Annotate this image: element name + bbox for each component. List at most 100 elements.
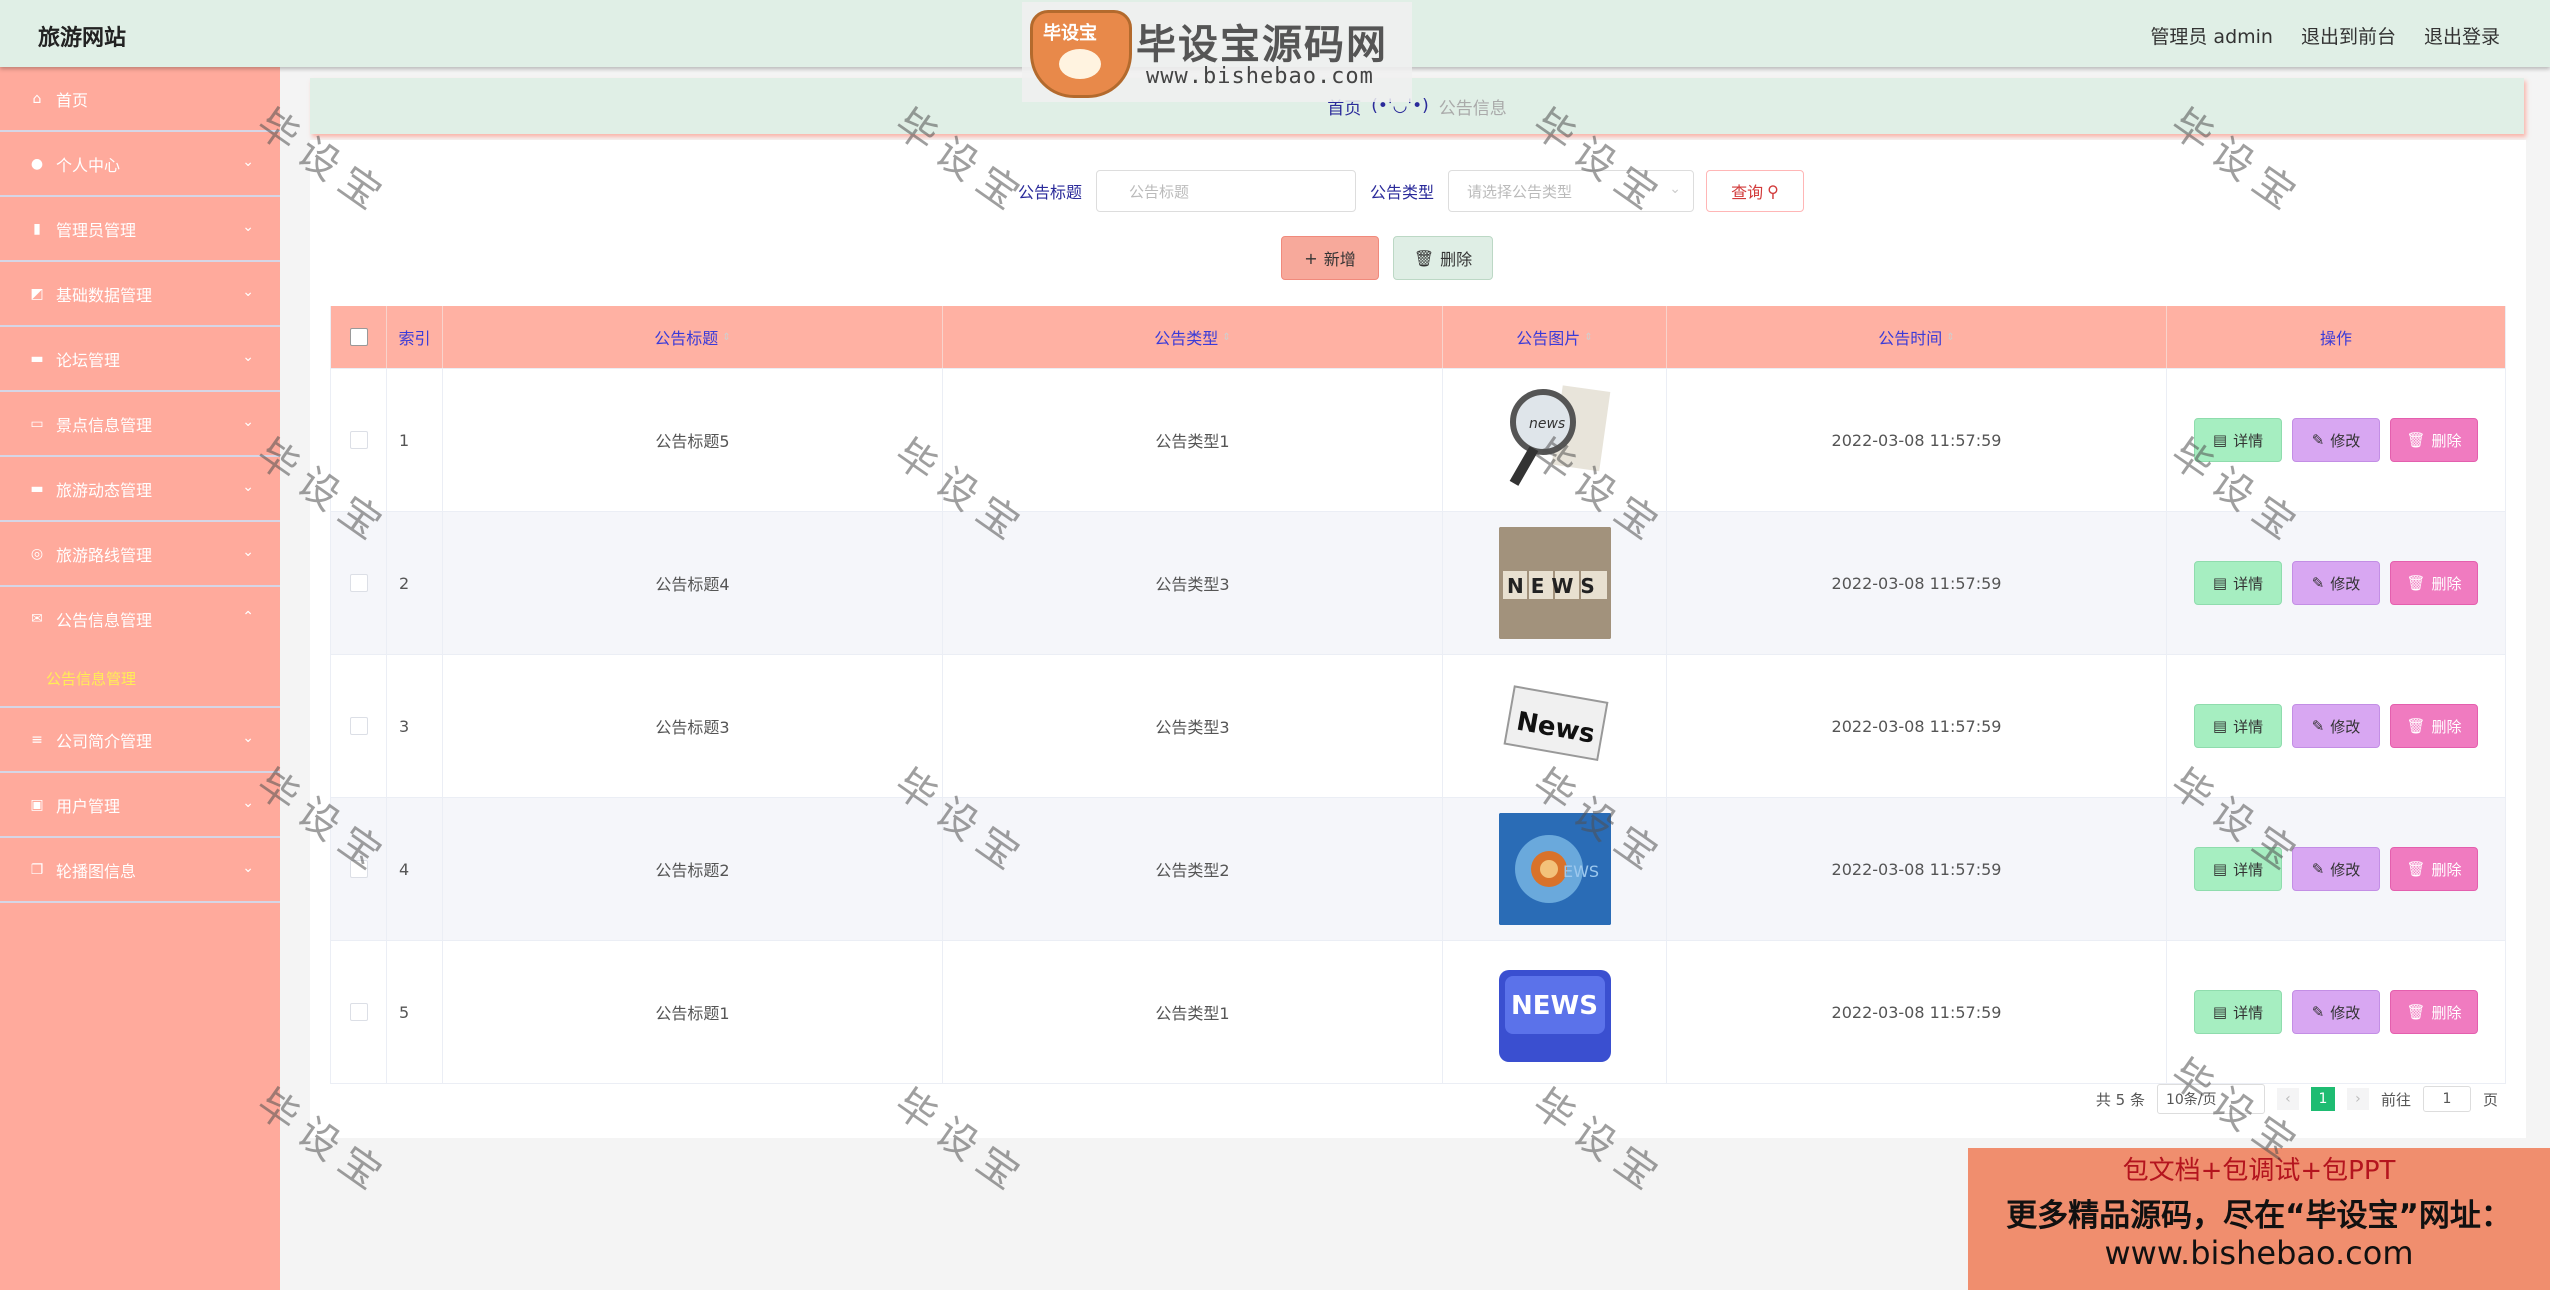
row-index: 2 [387, 512, 443, 654]
logout-link[interactable]: 退出登录 [2424, 22, 2500, 49]
detail-button-label: 详情 [2233, 431, 2264, 450]
watermark-logo: 毕设宝 毕设宝源码网 www.bishebao.com [1022, 2, 1412, 102]
pagination-total: 共 5 条 [2095, 1090, 2145, 1109]
edit-button-label: 修改 [2330, 717, 2361, 736]
exit-to-front-link[interactable]: 退出到前台 [2301, 22, 2396, 49]
query-button[interactable]: 查询 ⚲ [1706, 170, 1805, 212]
sidebar-subitem-announcements-active[interactable]: 公告信息管理 [0, 650, 280, 708]
sidebar-item-basic-data[interactable]: ◩ 基础数据管理 ⌄ [0, 262, 280, 327]
row-checkbox[interactable] [349, 431, 368, 449]
detail-button[interactable]: ▤ 详情 [2194, 847, 2282, 891]
delete-button[interactable]: 🗑 删除 [2390, 847, 2478, 891]
detail-button[interactable]: ▤ 详情 [2194, 418, 2282, 462]
row-actions: ▤ 详情 ✎ 修改 🗑 删除 [2167, 512, 2505, 654]
watermark-url: www.bishebao.com [1146, 64, 1374, 89]
row-time: 2022-03-08 11:57:59 [1667, 941, 2167, 1083]
row-checkbox-cell [331, 798, 387, 940]
sidebar-item-carousel[interactable]: ❐ 轮播图信息 ⌄ [0, 838, 280, 903]
table-header: 索引 公告标题 ⇕ 公告类型 ⇕ 公告图片 ⇕ 公告时间 ⇕ 操作 [331, 306, 2505, 369]
ad-line-1: 包文档+包调试+包PPT [2122, 1156, 2396, 1186]
header-title[interactable]: 公告标题 ⇕ [443, 306, 943, 368]
row-checkbox-cell [331, 655, 387, 797]
goto-page-input[interactable]: 1 [2422, 1086, 2471, 1112]
main-panel: 公告标题 公告标题 公告类型 请选择公告类型 ⌄ 查询 ⚲ + 新增 🗑 删除 … [310, 140, 2526, 1138]
document-icon: ▤ [2212, 717, 2228, 735]
delete-button[interactable]: 🗑 删除 [2390, 990, 2478, 1034]
trash-icon: 🗑 [1413, 248, 1435, 268]
header-image[interactable]: 公告图片 ⇕ [1443, 306, 1667, 368]
edit-button[interactable]: ✎ 修改 [2292, 847, 2380, 891]
edit-button[interactable]: ✎ 修改 [2292, 704, 2380, 748]
sidebar-item-personal-center[interactable]: ● 个人中心 ⌄ [0, 132, 280, 197]
sidebar-item-forum[interactable]: ▬ 论坛管理 ⌄ [0, 327, 280, 392]
edit-button-label: 修改 [2330, 860, 2361, 879]
page-number-current[interactable]: 1 [2310, 1087, 2335, 1111]
select-all-cell [331, 306, 387, 368]
sort-icon: ⇕ [1946, 331, 1955, 343]
sidebar-item-company-intro[interactable]: ≡ 公司简介管理 ⌄ [0, 708, 280, 773]
batch-delete-button[interactable]: 🗑 删除 [1393, 236, 1493, 280]
header-time[interactable]: 公告时间 ⇕ [1667, 306, 2167, 368]
row-checkbox[interactable] [349, 574, 368, 592]
sidebar-item-scenic-spots[interactable]: ▭ 景点信息管理 ⌄ [0, 392, 280, 457]
sidebar-item-label: 旅游路线管理 [56, 545, 153, 565]
row-checkbox[interactable] [349, 717, 368, 735]
detail-button-label: 详情 [2233, 574, 2264, 593]
add-button[interactable]: + 新增 [1281, 236, 1379, 280]
page-size-select[interactable]: 10条/页 [2156, 1084, 2265, 1114]
row-checkbox[interactable] [349, 860, 368, 878]
query-button-label: 查询 [1731, 183, 1764, 202]
sidebar-item-users[interactable]: ▣ 用户管理 ⌄ [0, 773, 280, 838]
edit-button[interactable]: ✎ 修改 [2292, 418, 2380, 462]
pencil-icon: ✎ [2311, 431, 2325, 449]
chevron-down-icon: ⌄ [242, 284, 254, 300]
sidebar-item-announcements[interactable]: ✉ 公告信息管理 ⌃ [0, 587, 280, 650]
header-image-label: 公告图片 [1516, 329, 1581, 348]
row-checkbox[interactable] [349, 1003, 368, 1021]
watermark-badge: 毕设宝 [1030, 10, 1132, 98]
row-index: 4 [387, 798, 443, 940]
chevron-down-icon: ⌄ [242, 795, 254, 811]
sidebar-item-home[interactable]: ⌂ 首页 [0, 67, 280, 132]
chevron-down-icon: ⌄ [242, 219, 254, 235]
pencil-icon: ✎ [2311, 717, 2325, 735]
delete-button[interactable]: 🗑 删除 [2390, 418, 2478, 462]
row-image-cell: N E W S [1443, 512, 1667, 654]
edit-button[interactable]: ✎ 修改 [2292, 561, 2380, 605]
top-right-nav: 管理员 admin 退出到前台 退出登录 [2150, 22, 2500, 49]
row-image-cell: EWS [1443, 798, 1667, 940]
sidebar-item-label: 管理员管理 [56, 220, 137, 240]
row-type: 公告类型1 [943, 941, 1443, 1083]
delete-button[interactable]: 🗑 删除 [2390, 704, 2478, 748]
action-row: + 新增 🗑 删除 [1281, 236, 1493, 280]
edit-button-label: 修改 [2330, 574, 2361, 593]
detail-button[interactable]: ▤ 详情 [2194, 990, 2282, 1034]
next-page-button[interactable]: › [2346, 1088, 2369, 1110]
trash-icon: 🗑 [2406, 717, 2426, 735]
sidebar-item-travel-routes[interactable]: ◎ 旅游路线管理 ⌄ [0, 522, 280, 587]
detail-button-label: 详情 [2233, 860, 2264, 879]
sort-icon: ⇕ [722, 331, 731, 343]
header-type[interactable]: 公告类型 ⇕ [943, 306, 1443, 368]
row-index: 5 [387, 941, 443, 1083]
breadcrumb-current: 公告信息 [1438, 98, 1507, 119]
select-all-checkbox[interactable] [349, 328, 368, 346]
sidebar-item-travel-news[interactable]: ▬ 旅游动态管理 ⌄ [0, 457, 280, 522]
watermark-badge-text: 毕设宝 [1043, 23, 1097, 44]
sidebar-item-admin-management[interactable]: ▮ 管理员管理 ⌄ [0, 197, 280, 262]
row-time: 2022-03-08 11:57:59 [1667, 369, 2167, 511]
title-search-input[interactable]: 公告标题 [1096, 170, 1357, 212]
watermark-face-icon [1059, 49, 1101, 79]
edit-button[interactable]: ✎ 修改 [2292, 990, 2380, 1034]
delete-button[interactable]: 🗑 删除 [2390, 561, 2478, 605]
row-type: 公告类型3 [943, 655, 1443, 797]
sidebar: ⌂ 首页 ● 个人中心 ⌄ ▮ 管理员管理 ⌄ ◩ 基础数据管理 ⌄ ▬ 论坛管… [0, 67, 280, 1290]
news-thumbnail: news [1498, 384, 1611, 496]
prev-page-button[interactable]: ‹ [2276, 1088, 2299, 1110]
detail-button[interactable]: ▤ 详情 [2194, 561, 2282, 605]
type-select[interactable]: 请选择公告类型 ⌄ [1448, 170, 1695, 212]
watermark-ad-banner: 包文档+包调试+包PPT 更多精品源码，尽在“毕设宝”网址： www.bishe… [1968, 1148, 2550, 1290]
detail-button[interactable]: ▤ 详情 [2194, 704, 2282, 748]
type-search-label: 公告类型 [1370, 183, 1435, 202]
header-index: 索引 [387, 306, 443, 368]
